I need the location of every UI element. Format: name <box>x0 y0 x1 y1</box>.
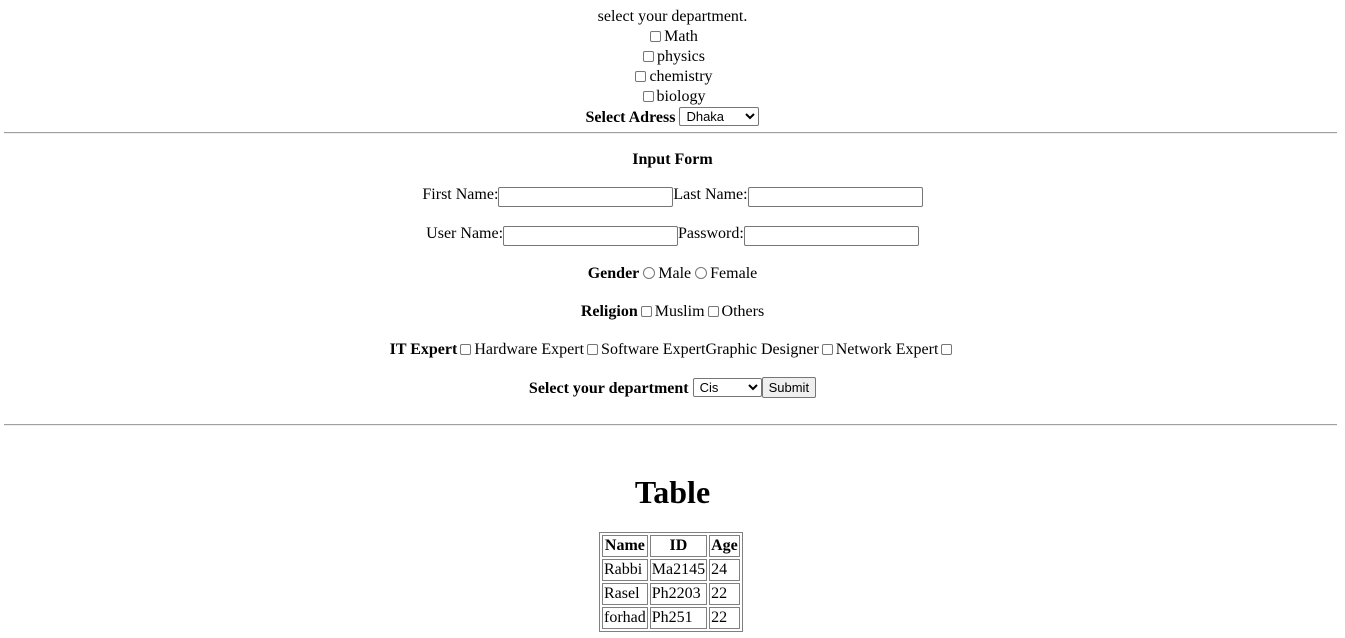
first-name-input[interactable] <box>498 186 674 207</box>
male-label: Male <box>658 265 692 282</box>
dept-label-math: Math <box>664 28 698 45</box>
graphic-label: Graphic Designer <box>705 341 819 358</box>
math-checkbox[interactable] <box>650 31 662 42</box>
students-table: Name ID Age Rabbi Ma2145 24 Rasel Ph2203… <box>599 532 743 632</box>
submit-button[interactable]: Submit <box>761 377 817 398</box>
dept-label-biology: biology <box>656 88 706 105</box>
form-title: Input Form <box>632 151 713 168</box>
address-label: Select Adress <box>585 109 676 126</box>
religion-row: Religion Muslim Others <box>0 302 1345 322</box>
department-row: Select your department Cis Submit <box>0 377 1345 399</box>
cell-name: forhad <box>602 607 648 629</box>
it-expert-row: IT Expert Hardware Expert Software ExpertG… <box>0 340 1345 360</box>
col-id-header: ID <box>649 535 708 557</box>
col-name-header: Name <box>602 535 648 557</box>
divider-bottom <box>4 424 1337 426</box>
software-checkbox[interactable] <box>587 344 599 355</box>
address-row: Select Adress Dhaka <box>0 107 1345 127</box>
password-label: Password: <box>678 225 744 242</box>
cell-id: Ph2203 <box>649 583 708 605</box>
dept-label-chemistry: chemistry <box>649 68 713 85</box>
others-checkbox[interactable] <box>707 306 719 317</box>
dept-label-physics: physics <box>657 48 705 65</box>
table-row: Rabbi Ma2145 24 <box>602 559 740 581</box>
dept-option-physics: physics <box>0 47 1345 67</box>
female-label: Female <box>710 265 758 282</box>
department-checklist: select your department. Math physics che… <box>0 0 1345 127</box>
col-age-header: Age <box>709 535 740 557</box>
divider-top <box>4 132 1337 134</box>
cell-age: 22 <box>709 607 740 629</box>
network-label: Network Expert <box>835 341 939 358</box>
biology-checkbox[interactable] <box>642 91 654 102</box>
cell-name: Rasel <box>602 583 648 605</box>
last-name-input[interactable] <box>747 186 923 207</box>
user-name-input[interactable] <box>503 225 679 246</box>
form-title-row: Input Form <box>0 150 1345 170</box>
it-expert-label: IT Expert <box>389 341 458 358</box>
first-name-label: First Name: <box>422 186 499 203</box>
name-row: First Name: Last Name: <box>0 185 1345 207</box>
department-label: Select your department <box>528 380 689 397</box>
network-checkbox[interactable] <box>941 344 953 355</box>
dept-option-math: Math <box>0 27 1345 47</box>
cell-age: 22 <box>709 583 740 605</box>
female-radio[interactable] <box>695 267 708 279</box>
dept-option-chemistry: chemistry <box>0 67 1345 87</box>
password-input[interactable] <box>743 225 919 246</box>
hardware-label: Hardware Expert <box>474 341 585 358</box>
muslim-label: Muslim <box>654 303 705 320</box>
muslim-checkbox[interactable] <box>640 306 652 317</box>
table-row: forhad Ph251 22 <box>602 607 740 629</box>
user-name-label: User Name: <box>426 225 504 242</box>
gender-row: Gender Male Female <box>0 264 1345 284</box>
graphic-checkbox[interactable] <box>821 344 833 355</box>
software-label: Software Expert <box>601 341 706 358</box>
male-radio[interactable] <box>643 267 656 279</box>
last-name-label: Last Name: <box>673 186 748 203</box>
credentials-row: User Name: Password: <box>0 224 1345 246</box>
cell-id: Ph251 <box>649 607 708 629</box>
table-row: Rasel Ph2203 22 <box>602 583 740 605</box>
address-select[interactable]: Dhaka <box>679 107 760 126</box>
physics-checkbox[interactable] <box>643 51 654 62</box>
table-heading: Table <box>634 474 711 510</box>
dept-option-biology: biology <box>0 87 1345 107</box>
department-prompt: select your department. <box>597 8 748 25</box>
religion-label: Religion <box>580 303 638 320</box>
table-header-row: Name ID Age <box>602 535 740 557</box>
department-select[interactable]: Cis <box>692 378 762 397</box>
cell-name: Rabbi <box>602 559 648 581</box>
cell-id: Ma2145 <box>649 559 708 581</box>
gender-label: Gender <box>587 265 640 282</box>
hardware-checkbox[interactable] <box>460 344 472 355</box>
chemistry-checkbox[interactable] <box>635 71 647 82</box>
others-label: Others <box>721 303 765 320</box>
cell-age: 24 <box>709 559 740 581</box>
